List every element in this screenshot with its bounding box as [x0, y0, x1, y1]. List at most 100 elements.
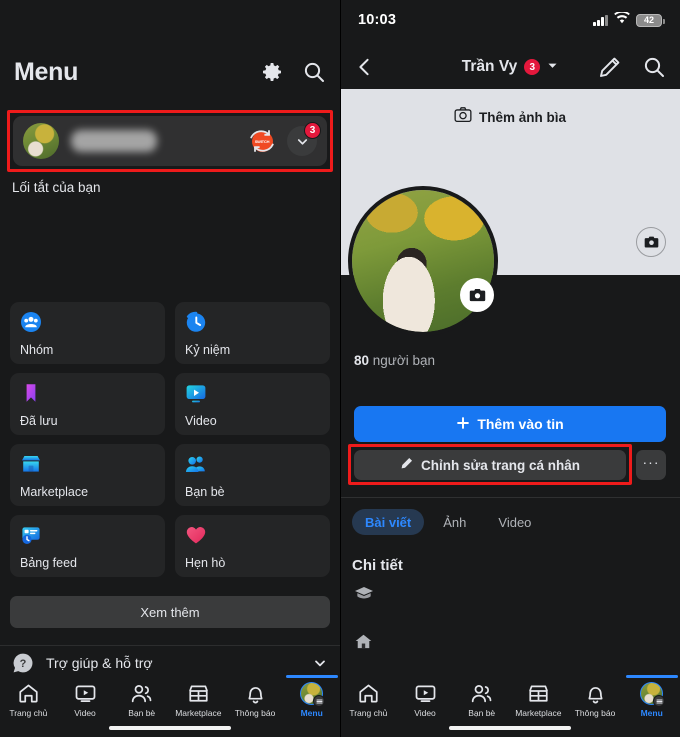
- details-section-title: Chi tiết: [352, 557, 403, 574]
- avatar-menu-icon: [640, 682, 666, 707]
- facebook-menu-panel: Menu SWITCH 3 Lối tắt của bạn Nhóm Kỷ ni…: [0, 0, 340, 737]
- search-icon[interactable]: [642, 55, 666, 79]
- profile-row-actions: SWITCH 3: [247, 122, 321, 156]
- saved-bookmark-icon: [20, 384, 42, 408]
- shortcuts-section-label: Lối tắt của bạn: [12, 180, 101, 195]
- home-indicator: [449, 725, 571, 730]
- cover-camera-button[interactable]: [636, 227, 666, 257]
- help-question-icon: ?: [12, 652, 34, 674]
- nav-item-home[interactable]: Trang chủ: [0, 682, 57, 718]
- bell-icon: [584, 682, 607, 705]
- add-cover-label: Thêm ảnh bìa: [478, 109, 566, 125]
- memories-clock-icon: [185, 311, 207, 337]
- plus-icon: [456, 416, 470, 433]
- nav-item-notifications[interactable]: Thông báo: [227, 682, 284, 718]
- nav-label: Trang chủ: [349, 708, 388, 718]
- video-icon: [185, 385, 207, 408]
- groups-icon: [20, 312, 42, 337]
- nav-label: Trang chủ: [9, 708, 48, 718]
- nav-label: Bạn bè: [468, 708, 496, 718]
- bottom-navigation-right: Trang chủ Video Bạn bè Marketplace Thông…: [340, 675, 680, 737]
- menu-item-marketplace[interactable]: Marketplace: [10, 444, 165, 506]
- avatar: [23, 123, 59, 159]
- pencil-icon[interactable]: [598, 55, 622, 79]
- status-indicators: 42: [593, 10, 665, 29]
- tab-videos[interactable]: Video: [485, 509, 544, 535]
- help-and-support-row[interactable]: ? Trợ giúp & hỗ trợ: [0, 645, 340, 679]
- nav-label: Marketplace: [515, 708, 562, 718]
- status-bar: 10:03 42: [340, 0, 680, 40]
- home-icon: [357, 682, 380, 705]
- nav-label: Bạn bè: [128, 708, 156, 718]
- nav-item-video[interactable]: Video: [57, 682, 114, 718]
- nav-label: Video: [414, 708, 436, 718]
- svg-text:?: ?: [20, 658, 27, 670]
- menu-item-groups[interactable]: Nhóm: [10, 302, 165, 364]
- see-more-button[interactable]: Xem thêm: [10, 596, 330, 628]
- marketplace-icon: [187, 682, 210, 705]
- menu-item-saved[interactable]: Đã lưu: [10, 373, 165, 435]
- nav-item-marketplace[interactable]: Marketplace: [510, 682, 567, 718]
- wifi-icon: [614, 10, 630, 29]
- tab-photos[interactable]: Ảnh: [430, 509, 479, 535]
- menu-item-friends[interactable]: Bạn bè: [175, 444, 330, 506]
- divider: [340, 497, 680, 498]
- more-options-button[interactable]: ···: [636, 450, 666, 480]
- profile-row-highlight-box: SWITCH 3: [7, 110, 333, 172]
- detail-row-education[interactable]: [354, 585, 654, 607]
- marketplace-icon: [527, 682, 550, 705]
- marketplace-store-icon: [20, 456, 42, 479]
- home-icon: [17, 682, 40, 705]
- add-to-story-button[interactable]: Thêm vào tin: [354, 406, 666, 442]
- panel-divider: [340, 0, 341, 737]
- tab-posts[interactable]: Bài viết: [352, 509, 425, 535]
- expand-accounts-button[interactable]: 3: [287, 122, 321, 156]
- nav-item-menu[interactable]: Menu: [283, 675, 340, 718]
- home-icon: [354, 634, 373, 654]
- nav-label: Thông báo: [234, 708, 276, 718]
- menu-item-label: Đã lưu: [20, 414, 58, 428]
- nav-item-marketplace[interactable]: Marketplace: [170, 682, 227, 718]
- nav-item-home[interactable]: Trang chủ: [340, 682, 397, 718]
- friends-count[interactable]: 80 người bạn: [354, 353, 435, 368]
- detail-row-hometown[interactable]: [354, 633, 654, 655]
- menu-item-memories[interactable]: Kỷ niệm: [175, 302, 330, 364]
- menu-item-label: Nhóm: [20, 343, 54, 357]
- chevron-down-icon[interactable]: [547, 58, 558, 76]
- search-icon[interactable]: [302, 60, 326, 84]
- profile-picture-camera-button[interactable]: [460, 278, 494, 312]
- facebook-profile-panel: 10:03 42 Trần Vy 3 Thêm ảnh bìa 80 người…: [340, 0, 680, 737]
- battery-level: 42: [643, 15, 654, 25]
- menu-grid: Nhóm Kỷ niệm Đã lưu Video Marketplace Bạ…: [10, 302, 330, 577]
- back-chevron-icon[interactable]: [354, 56, 376, 78]
- nav-item-notifications[interactable]: Thông báo: [567, 682, 624, 718]
- menu-item-video[interactable]: Video: [175, 373, 330, 435]
- status-time: 10:03: [358, 12, 397, 28]
- menu-item-feeds[interactable]: Bảng feed: [10, 515, 165, 577]
- nav-item-friends[interactable]: Bạn bè: [453, 682, 510, 718]
- feeds-icon: [20, 527, 42, 550]
- menu-item-label: Bạn bè: [185, 485, 225, 499]
- profile-name-blurred: [71, 130, 157, 152]
- profile-header: Trần Vy 3: [340, 45, 680, 89]
- avatar-switch-icon[interactable]: SWITCH: [247, 126, 277, 156]
- friends-icon: [470, 682, 493, 705]
- battery-icon: 42: [636, 13, 665, 27]
- nav-item-friends[interactable]: Bạn bè: [113, 682, 170, 718]
- menu-item-dating[interactable]: Hẹn hò: [175, 515, 330, 577]
- nav-label: Marketplace: [175, 708, 222, 718]
- page-title: Trần Vy: [461, 58, 518, 75]
- chevron-down-icon[interactable]: [312, 655, 328, 671]
- graduation-cap-icon: [354, 586, 374, 607]
- menu-header-actions: [260, 60, 326, 84]
- add-cover-photo-button[interactable]: Thêm ảnh bìa: [340, 106, 680, 128]
- dual-screenshot-comparison: Menu SWITCH 3 Lối tắt của bạn Nhóm Kỷ ni…: [0, 0, 680, 737]
- bell-icon: [244, 682, 267, 705]
- profile-switch-row[interactable]: SWITCH 3: [13, 116, 327, 166]
- nav-item-video[interactable]: Video: [397, 682, 454, 718]
- profile-tabs: Bài viết Ảnh Video: [352, 509, 544, 535]
- gear-icon[interactable]: [260, 60, 284, 84]
- profile-picture[interactable]: [348, 186, 498, 336]
- nav-item-menu[interactable]: Menu: [623, 675, 680, 718]
- active-tab-underline: [625, 675, 678, 678]
